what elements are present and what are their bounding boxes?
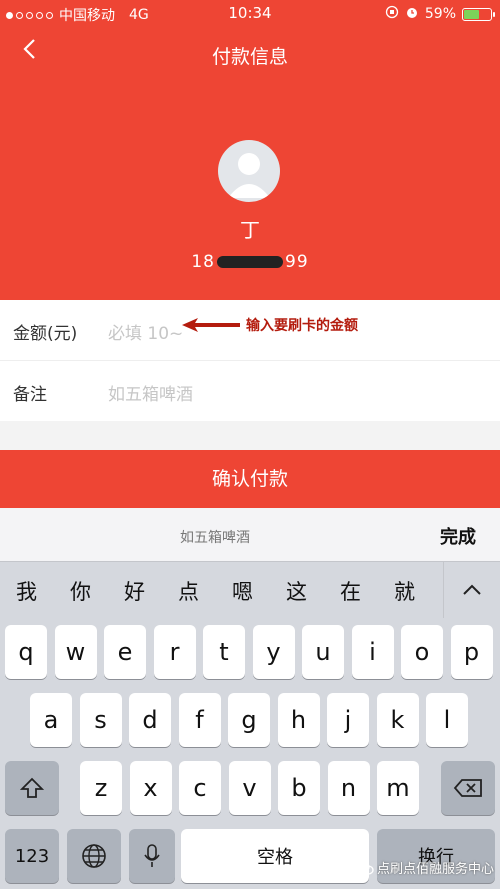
- key-l[interactable]: l: [426, 693, 468, 747]
- key-z[interactable]: z: [80, 761, 122, 815]
- key-o[interactable]: o: [401, 625, 443, 679]
- key-i[interactable]: i: [351, 625, 394, 679]
- header: 中国移动 4G 10:34 59% 付款信息 丁 18 99: [0, 0, 500, 300]
- numbers-key[interactable]: 123: [5, 829, 59, 883]
- key-d[interactable]: d: [129, 693, 171, 747]
- key-j[interactable]: j: [327, 693, 369, 747]
- key-m[interactable]: m: [377, 761, 419, 815]
- note-label: 备注: [13, 385, 47, 405]
- candidate-bar: 我 你 好 点 嗯 这 在 就: [0, 561, 500, 618]
- note-input[interactable]: 如五箱啤酒: [108, 380, 193, 405]
- key-w[interactable]: w: [54, 625, 97, 679]
- expand-candidates-button[interactable]: [443, 562, 500, 618]
- globe-icon: [82, 844, 106, 868]
- key-n[interactable]: n: [327, 761, 370, 815]
- candidate[interactable]: 就: [394, 576, 415, 606]
- user-icon: [228, 153, 270, 198]
- status-bar: 中国移动 4G 10:34 59%: [0, 0, 500, 28]
- key-y[interactable]: y: [252, 625, 295, 679]
- key-q[interactable]: q: [5, 625, 47, 679]
- amount-label: 金额(元): [13, 324, 78, 344]
- candidate[interactable]: 我: [16, 576, 37, 606]
- keyboard-accessory-bar: 如五箱啤酒 完成: [0, 508, 500, 561]
- chat-bubble-icon: [356, 860, 374, 875]
- key-g[interactable]: g: [228, 693, 270, 747]
- confirm-payment-button[interactable]: 确认付款: [0, 450, 500, 508]
- battery-percent: 59%: [424, 6, 456, 22]
- key-k[interactable]: k: [376, 693, 419, 747]
- key-b[interactable]: b: [278, 761, 320, 815]
- key-r[interactable]: r: [153, 625, 196, 679]
- payee-phone: 18 99: [191, 252, 309, 272]
- backspace-icon: [453, 779, 482, 797]
- battery-icon: [462, 7, 495, 21]
- key-e[interactable]: e: [104, 625, 146, 679]
- input-preview: 如五箱啤酒: [180, 530, 250, 546]
- microphone-icon: [144, 844, 160, 867]
- note-row: 备注 如五箱啤酒: [0, 360, 500, 421]
- backspace-key[interactable]: [441, 761, 495, 815]
- arrow-left-icon: [182, 318, 240, 332]
- shift-key[interactable]: [5, 761, 59, 815]
- space-key[interactable]: 空格: [181, 829, 369, 883]
- candidate[interactable]: 嗯: [232, 576, 253, 606]
- annotation: 输入要刷卡的金额: [180, 315, 358, 335]
- candidate[interactable]: 在: [340, 576, 361, 606]
- key-h[interactable]: h: [277, 693, 320, 747]
- key-u[interactable]: u: [302, 625, 344, 679]
- phone-redaction: [217, 256, 283, 268]
- avatar: [218, 140, 280, 202]
- key-x[interactable]: x: [129, 761, 172, 815]
- divider: [0, 421, 500, 451]
- key-t[interactable]: t: [203, 625, 245, 679]
- key-v[interactable]: v: [228, 761, 271, 815]
- key-c[interactable]: c: [179, 761, 221, 815]
- shift-icon: [20, 777, 44, 798]
- lock-rotation-icon: [385, 5, 399, 23]
- chevron-up-icon: [463, 584, 481, 595]
- watermark: 点刷点佰融服务中心: [356, 858, 494, 877]
- key-p[interactable]: p: [450, 625, 493, 679]
- annotation-text: 输入要刷卡的金额: [246, 318, 358, 334]
- watermark-text: 点刷点佰融服务中心: [376, 862, 494, 877]
- candidate[interactable]: 你: [70, 576, 91, 606]
- dictation-key[interactable]: [129, 829, 175, 883]
- alarm-icon: [405, 5, 419, 23]
- payee-name: 丁: [240, 218, 260, 242]
- key-a[interactable]: a: [30, 693, 72, 747]
- candidate[interactable]: 点: [178, 576, 199, 606]
- language-key[interactable]: [67, 829, 121, 883]
- done-button[interactable]: 完成: [440, 523, 476, 549]
- amount-input[interactable]: 必填 10~: [108, 319, 183, 344]
- candidate[interactable]: 好: [124, 576, 145, 606]
- key-s[interactable]: s: [79, 693, 122, 747]
- page-title: 付款信息: [211, 46, 288, 68]
- key-f[interactable]: f: [178, 693, 221, 747]
- candidate[interactable]: 这: [286, 576, 307, 606]
